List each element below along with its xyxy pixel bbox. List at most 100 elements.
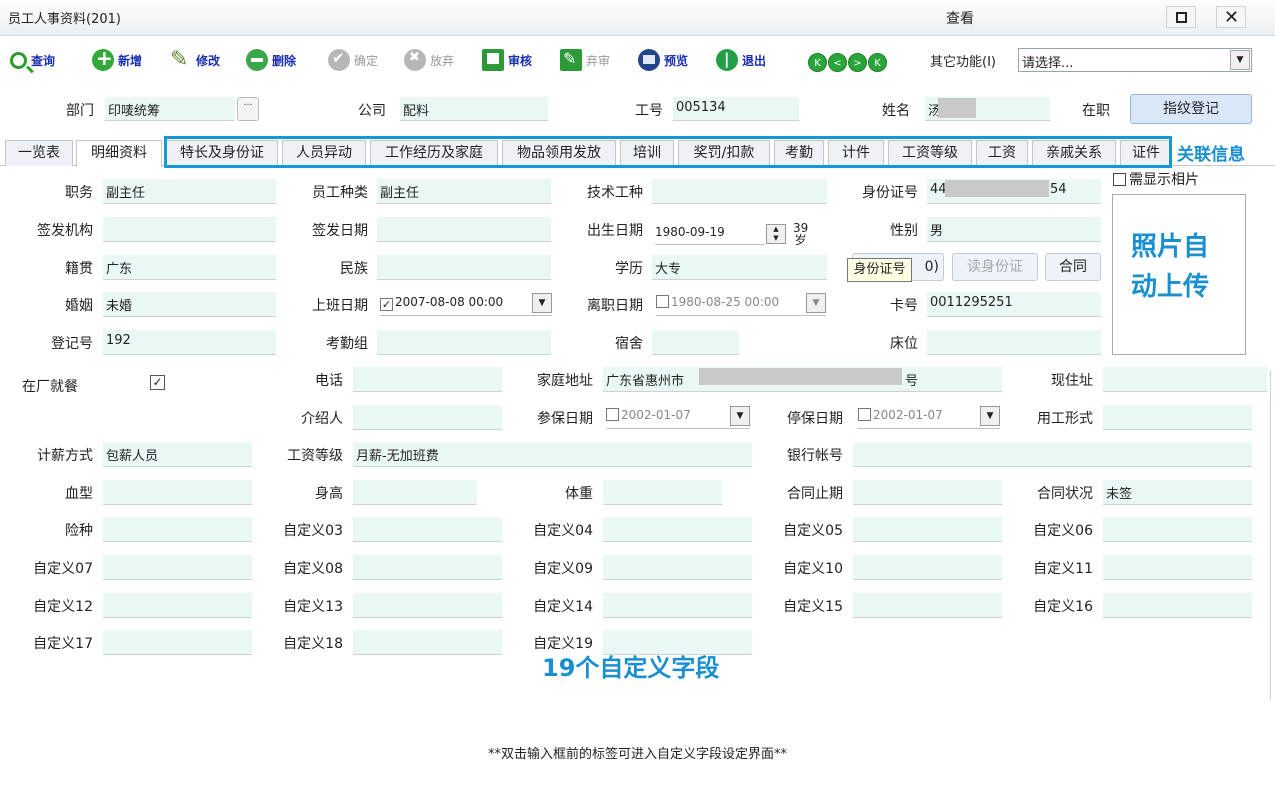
custom-10-field[interactable]: [853, 555, 1002, 580]
search-icon: [10, 51, 27, 69]
custom-09-field[interactable]: [603, 555, 752, 580]
tab-details[interactable]: 明细资料: [76, 140, 162, 167]
custom-15-field[interactable]: [853, 593, 1002, 618]
insurance-date-checkbox[interactable]: [606, 408, 619, 421]
weight-field[interactable]: [603, 480, 722, 505]
prev-record-icon[interactable]: <: [828, 53, 847, 72]
emp-no-field[interactable]: 005134: [673, 97, 799, 121]
first-record-icon[interactable]: K: [808, 53, 827, 72]
insurance-type-field[interactable]: [103, 517, 252, 542]
show-photo-checkbox[interactable]: 需显示相片: [1113, 169, 1199, 189]
referrer-label: 介绍人: [301, 411, 343, 427]
dept-picker-button[interactable]: …: [237, 97, 259, 121]
emp-type-field[interactable]: 副主任: [377, 179, 551, 204]
preview-button[interactable]: 预览: [638, 46, 688, 74]
contract-button[interactable]: 合同: [1045, 253, 1101, 281]
tech-type-field[interactable]: [652, 179, 827, 204]
chevron-down-icon[interactable]: ▼: [730, 406, 750, 426]
address-label: 家庭地址: [537, 373, 593, 389]
weight-label: 体重: [565, 486, 593, 502]
marriage-field[interactable]: 未婚: [103, 292, 276, 317]
read-id-card-button[interactable]: 读身份证: [952, 253, 1038, 281]
custom-11-field[interactable]: [1103, 555, 1252, 580]
card-number-field[interactable]: 0011295251: [927, 292, 1101, 317]
leave-date-field[interactable]: 1980-08-25 00:00 ▼: [656, 292, 826, 316]
stop-insurance-checkbox[interactable]: [858, 408, 871, 421]
audit-icon: [482, 49, 504, 71]
dorm-field[interactable]: [652, 330, 739, 355]
audit-button[interactable]: 审核: [482, 46, 532, 74]
insurance-date-field[interactable]: 2002-01-07 ▼: [606, 405, 750, 429]
custom-12-field[interactable]: [103, 593, 252, 618]
issuer-field[interactable]: [103, 217, 276, 242]
birth-date-spinner[interactable]: ▲ ▼: [766, 224, 786, 244]
custom-16-field[interactable]: [1103, 593, 1252, 618]
contract-status-field[interactable]: 未签: [1103, 480, 1252, 505]
stop-insurance-field[interactable]: 2002-01-07 ▼: [858, 405, 1000, 429]
photo-frame[interactable]: 照片自 动上传: [1112, 194, 1246, 355]
position-label: 职务: [65, 185, 93, 201]
tab-overview[interactable]: 一览表: [5, 140, 73, 166]
contract-end-field[interactable]: [853, 480, 1002, 505]
custom-17-field[interactable]: [103, 630, 252, 655]
other-functions-select[interactable]: 请选择... ▼: [1018, 48, 1252, 72]
maximize-button[interactable]: [1166, 6, 1196, 28]
meal-checkbox[interactable]: ✓: [150, 375, 165, 390]
custom-07-field[interactable]: [103, 555, 252, 580]
current-address-field[interactable]: [1103, 367, 1267, 392]
native-place-field[interactable]: 广东: [103, 255, 276, 280]
custom-14-field[interactable]: [603, 593, 752, 618]
query-button[interactable]: 查询: [10, 46, 55, 74]
company-label: 公司: [358, 103, 386, 119]
chevron-down-icon[interactable]: ▼: [532, 293, 552, 313]
height-field[interactable]: [353, 480, 477, 505]
confirm-button[interactable]: 确定: [328, 46, 378, 74]
id-tooltip: 身份证号: [847, 258, 912, 282]
unaudit-button[interactable]: 弃审: [560, 46, 610, 74]
custom-08-field[interactable]: [353, 555, 502, 580]
close-button[interactable]: ✕: [1216, 6, 1246, 28]
education-field[interactable]: 大专: [652, 255, 827, 280]
chevron-down-icon[interactable]: ▼: [980, 406, 1000, 426]
position-field[interactable]: 副主任: [103, 179, 276, 204]
start-date-checkbox[interactable]: ✓: [380, 298, 393, 311]
custom-04-field[interactable]: [603, 517, 752, 542]
view-mode-label: 查看: [946, 11, 974, 27]
dept-field[interactable]: 印唛统筹: [105, 97, 235, 121]
edit-button[interactable]: 修改: [170, 46, 220, 74]
add-button[interactable]: 新增: [92, 46, 142, 74]
birth-date-field[interactable]: 1980-09-19: [655, 221, 765, 245]
bank-account-field[interactable]: [853, 442, 1252, 467]
custom-13-field[interactable]: [353, 593, 502, 618]
blood-type-field[interactable]: [103, 480, 252, 505]
dorm-label: 宿舍: [615, 336, 643, 352]
salary-grade-label: 工资等级: [287, 448, 343, 464]
salary-grade-field[interactable]: 月薪-无加班费: [353, 442, 752, 467]
start-date-field[interactable]: ✓ 2007-08-08 00:00 ▼: [380, 292, 552, 316]
salary-method-field[interactable]: 包薪人员: [103, 442, 252, 467]
reg-number-field[interactable]: 192: [103, 330, 276, 355]
custom-03-field[interactable]: [353, 517, 502, 542]
leave-date-checkbox[interactable]: [656, 295, 669, 308]
last-record-icon[interactable]: K: [868, 53, 887, 72]
attendance-group-field[interactable]: [377, 330, 551, 355]
chevron-down-icon[interactable]: ▼: [806, 293, 826, 313]
custom-18-field[interactable]: [353, 630, 502, 655]
phone-field[interactable]: [353, 367, 502, 392]
exit-button[interactable]: 退出: [716, 46, 766, 74]
delete-button[interactable]: 删除: [246, 46, 296, 74]
window-title: 员工人事资料(201): [8, 12, 121, 27]
next-record-icon[interactable]: >: [848, 53, 867, 72]
custom-05-field[interactable]: [853, 517, 1002, 542]
abandon-button[interactable]: 放弃: [404, 46, 454, 74]
issue-date-field[interactable]: [377, 217, 551, 242]
bed-field[interactable]: [927, 330, 1101, 355]
custom-06-field[interactable]: [1103, 517, 1252, 542]
ethnic-field[interactable]: [377, 255, 551, 280]
gender-field[interactable]: 男: [927, 217, 1101, 242]
referrer-field[interactable]: [353, 405, 502, 430]
company-field[interactable]: 配料: [400, 97, 548, 121]
employment-form-field[interactable]: [1103, 405, 1252, 430]
fingerprint-button[interactable]: 指纹登记: [1130, 94, 1252, 124]
chevron-down-icon[interactable]: ▼: [1230, 50, 1250, 70]
